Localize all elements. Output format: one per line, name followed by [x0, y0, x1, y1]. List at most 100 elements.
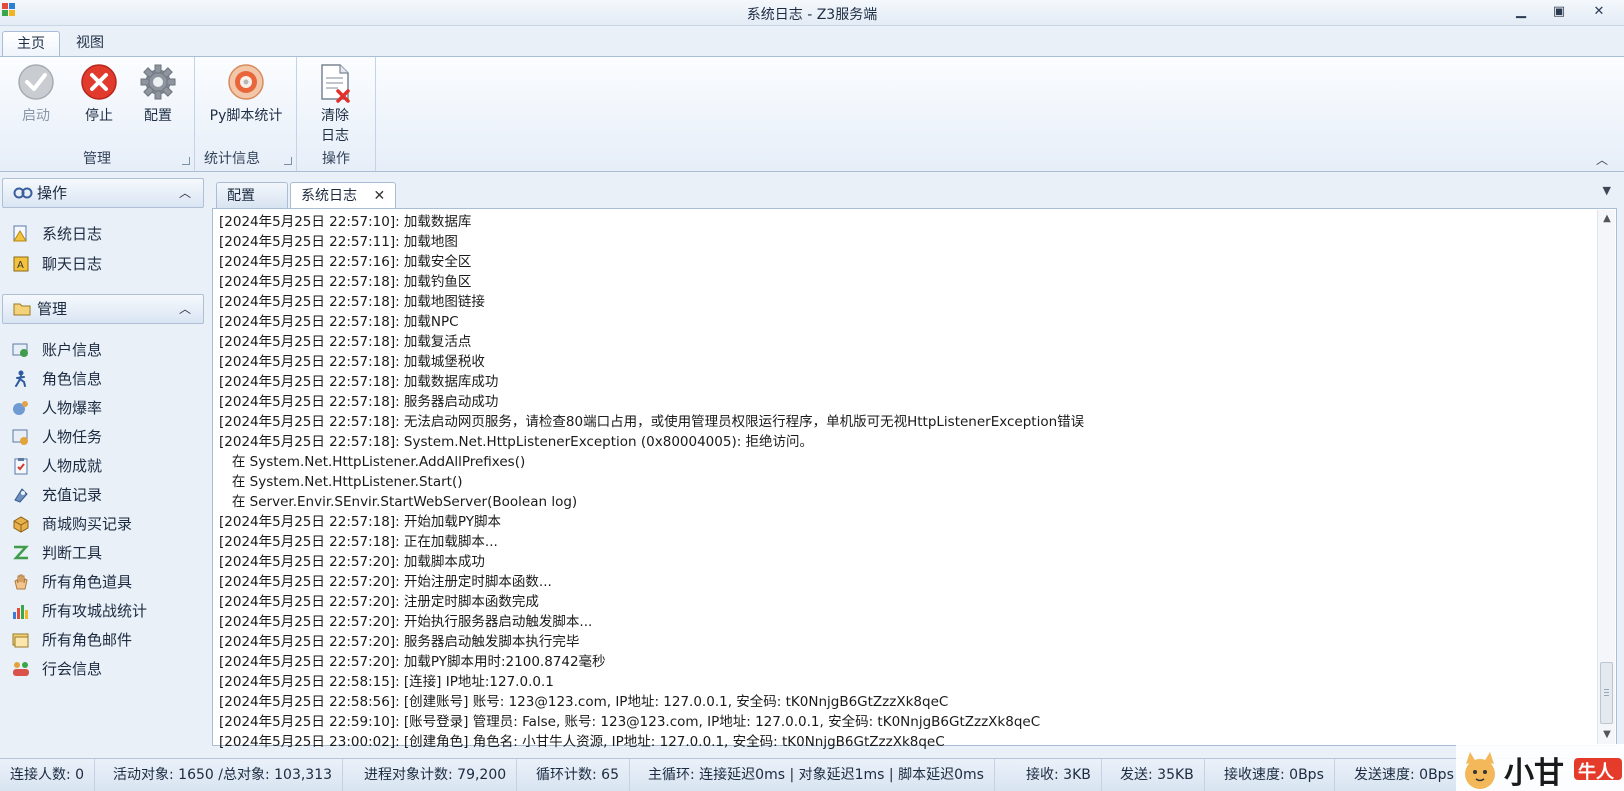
ribbon: 启动 停止 配置 管理 Py脚本统计 统计信息 清除 日志 操作 ︿: [0, 56, 1624, 172]
minimize-button[interactable]: ▁: [1508, 2, 1534, 22]
nav-item-all-items[interactable]: 所有角色道具: [12, 570, 132, 594]
group-label-manage: 管理: [83, 151, 111, 167]
tab-system-log[interactable]: 系统日志 ✕: [290, 182, 397, 209]
log-line: 在 Server.Envir.SEnvir.StartWebServer(Boo…: [219, 494, 578, 510]
vertical-scrollbar[interactable]: ▲ ▼: [1597, 210, 1615, 744]
nav-item-accounts[interactable]: 账户信息: [12, 338, 102, 362]
nav-item-mall-purchases[interactable]: 商城购买记录: [12, 512, 132, 536]
log-line: [2024年5月25日 22:57:20]: 开始执行服务器启动触发脚本...: [219, 614, 593, 630]
nav-item-achievements[interactable]: 人物成就: [12, 454, 102, 478]
status-send-speed: 发送速度: 0Bps: [1354, 767, 1454, 783]
log-line: [2024年5月25日 22:57:18]: 加载NPC: [219, 314, 459, 330]
log-line: [2024年5月25日 22:58:15]: [连接] IP地址:127.0.0…: [219, 674, 554, 690]
nav-item-judge-tool[interactable]: 判断工具: [12, 541, 102, 565]
title-bar: 系统日志 - Z3服务端 ▁ ▣ ✕: [0, 0, 1624, 26]
document-tab-strip: 配置 系统日志 ✕ ▼: [212, 180, 1617, 209]
log-text: [2024年5月25日 22:57:10]: 加载数据库 [2024年5月25日 …: [219, 212, 1582, 752]
maximize-button[interactable]: ▣: [1546, 2, 1572, 22]
close-window-button[interactable]: ✕: [1586, 2, 1612, 22]
nav-item-siege-stats[interactable]: 所有攻城战统计: [12, 599, 147, 623]
ribbon-group-stats: Py脚本统计 统计信息: [196, 57, 297, 171]
log-line: [2024年5月25日 22:58:56]: [创建账号] 账号: 123@12…: [219, 694, 949, 710]
watermark-logo: 小甘 牛人: [1456, 744, 1624, 791]
nav-item-guilds[interactable]: 行会信息: [12, 657, 102, 681]
clear-log-button[interactable]: 清除 日志: [310, 63, 360, 145]
status-bar: 连接人数: 0 活动对象: 1650 /总对象: 103,313 进程对象计数:…: [0, 758, 1624, 791]
collapse-ribbon-icon[interactable]: ︿: [1596, 151, 1608, 168]
close-tab-icon[interactable]: ✕: [373, 188, 385, 204]
log-line: [2024年5月25日 22:57:18]: 开始加载PY脚本: [219, 514, 502, 530]
status-connections: 连接人数: 0: [0, 759, 96, 791]
ribbon-tab-strip: 主页 视图: [0, 27, 1624, 57]
group-icon: [13, 662, 29, 676]
log-line: [2024年5月25日 22:57:10]: 加载数据库: [219, 214, 472, 230]
recharge-icon: [14, 488, 28, 503]
nav-item-tasks[interactable]: 人物任务: [12, 425, 102, 449]
log-line: [2024年5月25日 22:57:20]: 开始注册定时脚本函数...: [219, 574, 552, 590]
nav-item-characters[interactable]: 角色信息: [12, 367, 102, 391]
log-line: [2024年5月25日 22:57:20]: 加载脚本成功: [219, 554, 485, 570]
log-line: [2024年5月25日 22:57:20]: 服务器启动触发脚本执行完毕: [219, 634, 580, 650]
log-line: 在 System.Net.HttpListener.Start(): [219, 474, 463, 490]
folder-icon: [13, 303, 31, 316]
status-recv-speed: 接收速度: 0Bps: [1214, 759, 1335, 791]
log-line: [2024年5月25日 22:57:18]: 加载数据库成功: [219, 374, 499, 390]
status-sent: 发送: 35KB: [1110, 759, 1205, 791]
chevron-up-icon: ︿: [178, 302, 191, 316]
clear-document-icon: [321, 64, 350, 103]
group-label-ops: 操作: [322, 151, 350, 167]
log-line: [2024年5月25日 22:57:18]: 服务器启动成功: [219, 394, 499, 410]
mail-stack-icon: [12, 633, 29, 648]
config-button[interactable]: 配置: [136, 63, 180, 125]
scrollbar-thumb[interactable]: [1600, 662, 1613, 724]
ribbon-group-manage: 启动 停止 配置 管理: [0, 57, 195, 171]
tab-home[interactable]: 主页: [2, 31, 60, 57]
tab-view[interactable]: 视图: [62, 31, 118, 57]
log-line: [2024年5月25日 22:57:20]: 注册定时脚本函数完成: [219, 594, 539, 610]
task-card-icon: [12, 429, 28, 445]
nav-item-all-mail[interactable]: 所有角色邮件: [12, 628, 132, 652]
nav-item-recharge[interactable]: 充值记录: [12, 483, 102, 507]
nav-item-chat-log[interactable]: A 聊天日志: [12, 252, 102, 276]
stop-x-icon: [81, 64, 117, 100]
ribbon-group-ops: 清除 日志 操作: [298, 57, 376, 171]
log-line: [2024年5月25日 22:57:18]: System.Net.HttpLi…: [219, 434, 814, 450]
py-stats-button[interactable]: Py脚本统计: [200, 63, 292, 125]
warning-log-icon: [13, 225, 27, 242]
tab-config[interactable]: 配置: [216, 182, 288, 209]
window-title: 系统日志 - Z3服务端: [746, 7, 878, 23]
log-line: [2024年5月25日 22:57:18]: 正在加载脚本...: [219, 534, 498, 550]
judge-tool-icon: [13, 545, 29, 560]
chat-log-icon: A: [13, 256, 29, 272]
nav-item-drop-rate[interactable]: 人物爆率: [12, 396, 102, 420]
log-line: [2024年5月25日 22:57:18]: 加载钓鱼区: [219, 274, 472, 290]
clipboard-check-icon: [14, 458, 28, 475]
running-person-icon: [15, 370, 26, 387]
stop-button[interactable]: 停止: [77, 63, 121, 125]
log-line: [2024年5月25日 22:57:18]: 加载地图链接: [219, 294, 485, 310]
log-line: [2024年5月25日 23:00:02]: [创建角色] 角色名: 小甘牛人资…: [219, 734, 945, 750]
nav-header-ops[interactable]: 操作 ︿: [2, 178, 204, 208]
disc-icon: [228, 64, 264, 100]
person-globe-icon: [13, 401, 28, 415]
start-button[interactable]: 启动: [14, 63, 58, 125]
log-line: [2024年5月25日 22:57:16]: 加载安全区: [219, 254, 472, 270]
nav-header-manage[interactable]: 管理 ︿: [2, 294, 204, 324]
account-card-icon: [12, 343, 28, 357]
log-line: [2024年5月25日 22:57:18]: 无法启动网页服务，请检查80端口占…: [219, 414, 1085, 430]
scroll-up-icon[interactable]: ▲: [1598, 210, 1616, 228]
log-line: [2024年5月25日 22:57:18]: 加载城堡税收: [219, 354, 485, 370]
log-line: [2024年5月25日 22:57:18]: 加载复活点: [219, 334, 472, 350]
group-launcher-stats[interactable]: [284, 157, 292, 165]
log-line: [2024年5月25日 22:59:10]: [账号登录] 管理员: False…: [219, 714, 1041, 730]
status-received: 接收: 3KB: [1016, 759, 1102, 791]
navigation-pane: 操作 ︿ 系统日志 A 聊天日志 管理 ︿ 账户信息 角色信息 人物爆率 人物任…: [0, 176, 208, 746]
nav-item-system-log[interactable]: 系统日志: [12, 222, 102, 246]
group-launcher-manage[interactable]: [182, 157, 190, 165]
status-process-objects: 进程对象计数: 79,200: [354, 759, 518, 791]
scroll-down-icon[interactable]: ▼: [1598, 726, 1616, 744]
check-icon: [18, 64, 54, 100]
tabs-dropdown-icon[interactable]: ▼: [1603, 184, 1611, 197]
system-log-view[interactable]: [2024年5月25日 22:57:10]: 加载数据库 [2024年5月25日 …: [212, 208, 1617, 750]
hand-icon: [14, 574, 28, 590]
